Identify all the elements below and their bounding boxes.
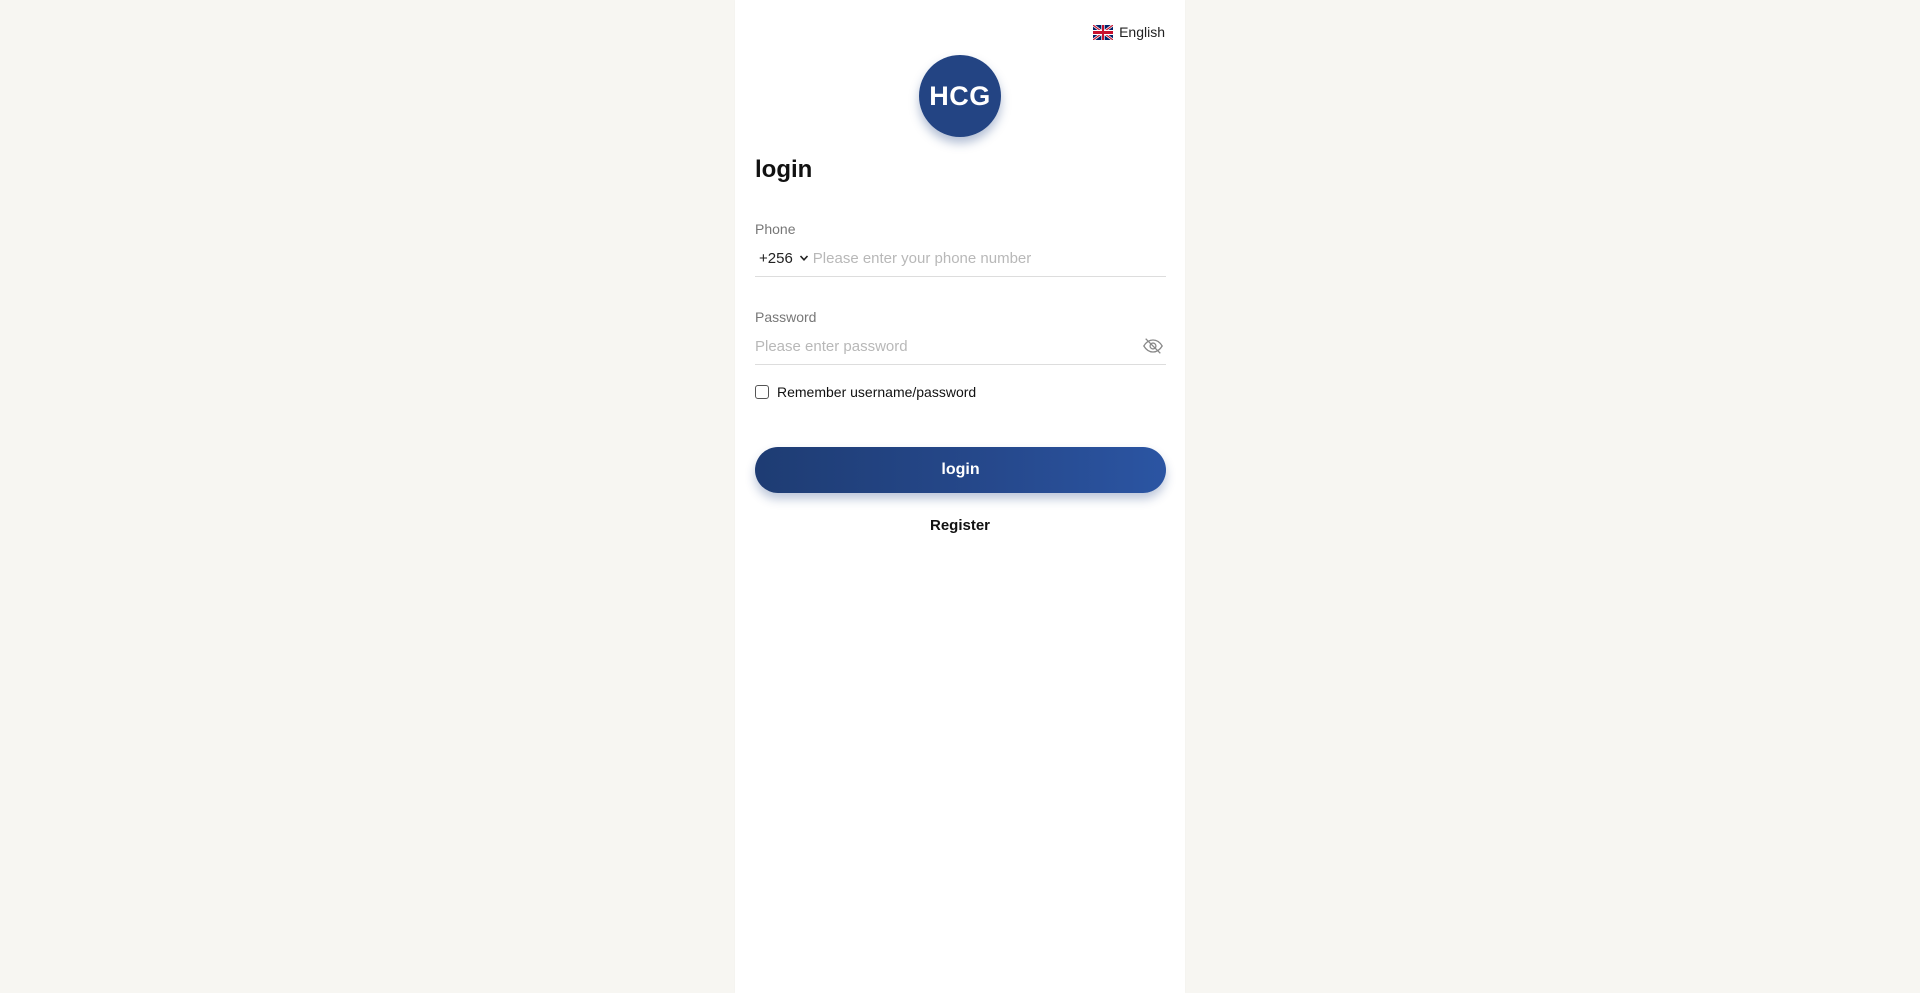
page-title: login [755,156,813,183]
register-link[interactable]: Register [735,517,1185,534]
phone-input[interactable] [812,240,1166,276]
language-selector[interactable]: English [1093,24,1165,40]
password-input[interactable] [755,328,1142,364]
eye-off-icon[interactable] [1142,335,1164,357]
password-field-row [755,328,1166,365]
password-label: Password [755,309,817,325]
login-button[interactable]: login [755,447,1166,493]
login-panel: English HCG login Phone +256 Password Re… [735,0,1185,993]
uk-flag-icon [1093,24,1114,40]
remember-option: Remember username/password [755,384,976,400]
country-code-value: +256 [759,249,793,267]
logo: HCG [919,55,1001,137]
phone-field-row: +256 [755,240,1166,277]
country-code-select[interactable]: +256 [755,250,813,267]
chevron-down-icon [799,255,808,261]
remember-label: Remember username/password [777,384,977,400]
language-label: English [1119,24,1165,40]
logo-text: HCG [929,80,991,111]
phone-label: Phone [755,221,796,237]
remember-checkbox[interactable] [755,385,769,399]
